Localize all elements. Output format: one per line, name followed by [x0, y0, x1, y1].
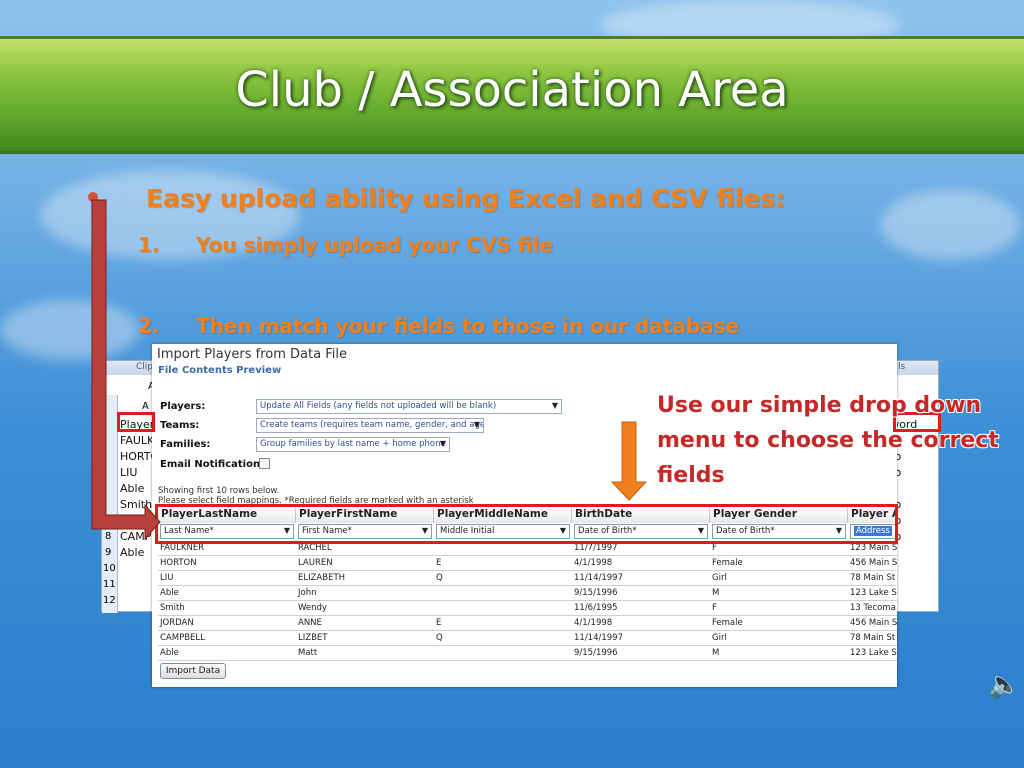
red-arrow-icon	[91, 199, 161, 541]
arrow-overlay	[91, 199, 648, 541]
orange-arrow-icon	[610, 421, 648, 501]
speaker-icon[interactable]: 🔈	[988, 670, 1020, 700]
callout-text: Use our simple drop down menu to choose …	[657, 393, 999, 488]
